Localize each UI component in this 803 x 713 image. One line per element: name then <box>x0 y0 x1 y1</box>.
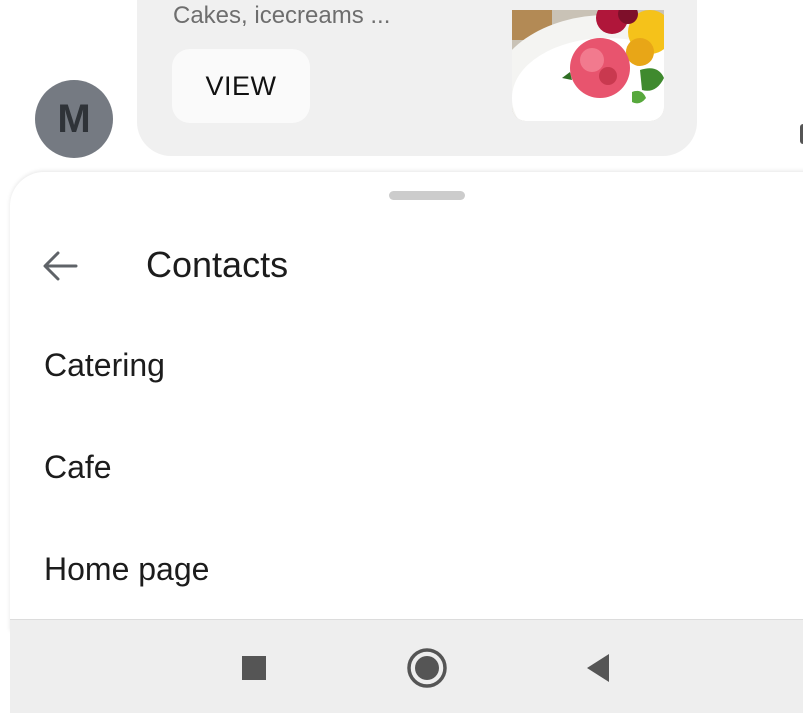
list-item-catering[interactable]: Catering <box>44 347 165 384</box>
system-navigation-bar <box>10 619 803 713</box>
nav-back-button[interactable] <box>576 646 620 690</box>
square-icon <box>242 656 266 680</box>
contacts-bottom-sheet: Contacts Catering Cafe Home page <box>10 172 803 632</box>
sheet-title: Contacts <box>146 244 289 285</box>
dessert-illustration <box>512 10 664 121</box>
list-item-cafe[interactable]: Cafe <box>44 449 112 486</box>
recents-button[interactable] <box>232 646 276 690</box>
back-button[interactable] <box>38 244 82 288</box>
avatar[interactable]: M <box>35 80 113 158</box>
avatar-letter: M <box>57 96 91 141</box>
view-button[interactable]: VIEW <box>172 49 310 123</box>
product-card: Cakes, icecreams ... VIEW <box>137 0 697 156</box>
home-button[interactable] <box>405 646 449 690</box>
triangle-icon <box>587 654 609 682</box>
drag-handle[interactable] <box>389 191 465 200</box>
card-subtitle: Cakes, icecreams ... <box>173 2 391 29</box>
list-item-home-page[interactable]: Home page <box>44 551 209 588</box>
circle-icon <box>407 648 447 688</box>
dessert-image[interactable] <box>512 10 664 121</box>
app-screen: M Cakes, icecreams ... VIEW Contacts Cat… <box>0 0 803 713</box>
arrow-left-icon <box>43 251 78 281</box>
